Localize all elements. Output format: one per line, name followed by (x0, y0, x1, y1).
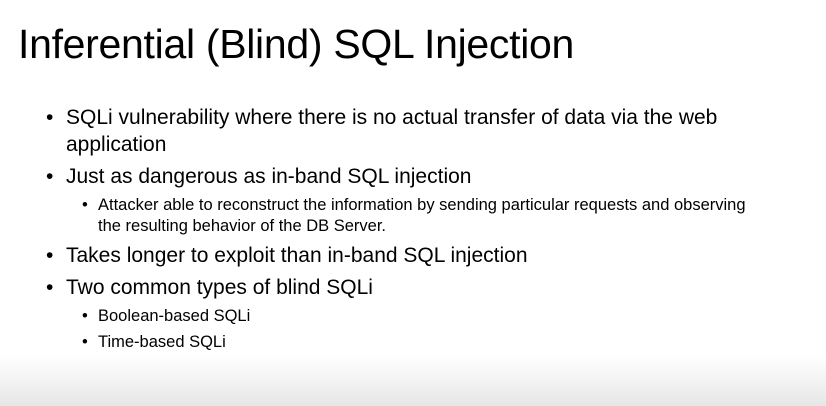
bullet-dot-icon: • (46, 244, 54, 267)
bullet-item: • Just as dangerous as in-band SQL injec… (0, 163, 826, 190)
sub-bullet-item: • Time-based SQLi (0, 332, 826, 353)
slide-title: Inferential (Blind) SQL Injection (18, 21, 575, 67)
sub-bullet-item: • Attacker able to reconstruct the infor… (0, 195, 826, 237)
sub-bullet-text: Time-based SQLi (98, 333, 226, 351)
sub-bullet-text: Boolean-based SQLi (98, 307, 251, 325)
sub-bullet-dot-icon: • (82, 196, 88, 214)
sub-bullet-item: • Boolean-based SQLi (0, 306, 826, 327)
bullet-item: • Takes longer to exploit than in-band S… (0, 242, 826, 269)
bullet-text: SQLi vulnerability where there is no act… (66, 106, 718, 156)
bullet-item: • Two common types of blind SQLi (0, 274, 826, 301)
bullet-text: Takes longer to exploit than in-band SQL… (66, 244, 528, 267)
bullet-list: • SQLi vulnerability where there is no a… (0, 104, 826, 358)
bullet-item: • SQLi vulnerability where there is no a… (0, 104, 826, 158)
slide: Inferential (Blind) SQL Injection • SQLi… (0, 0, 826, 406)
bullet-text: Two common types of blind SQLi (66, 276, 373, 299)
bullet-dot-icon: • (46, 165, 54, 188)
bullet-dot-icon: • (46, 276, 54, 299)
sub-bullet-dot-icon: • (82, 307, 88, 325)
sub-bullet-dot-icon: • (82, 333, 88, 351)
bullet-text: Just as dangerous as in-band SQL injecti… (66, 165, 472, 188)
bullet-dot-icon: • (46, 106, 54, 129)
sub-bullet-text: Attacker able to reconstruct the informa… (98, 196, 746, 235)
